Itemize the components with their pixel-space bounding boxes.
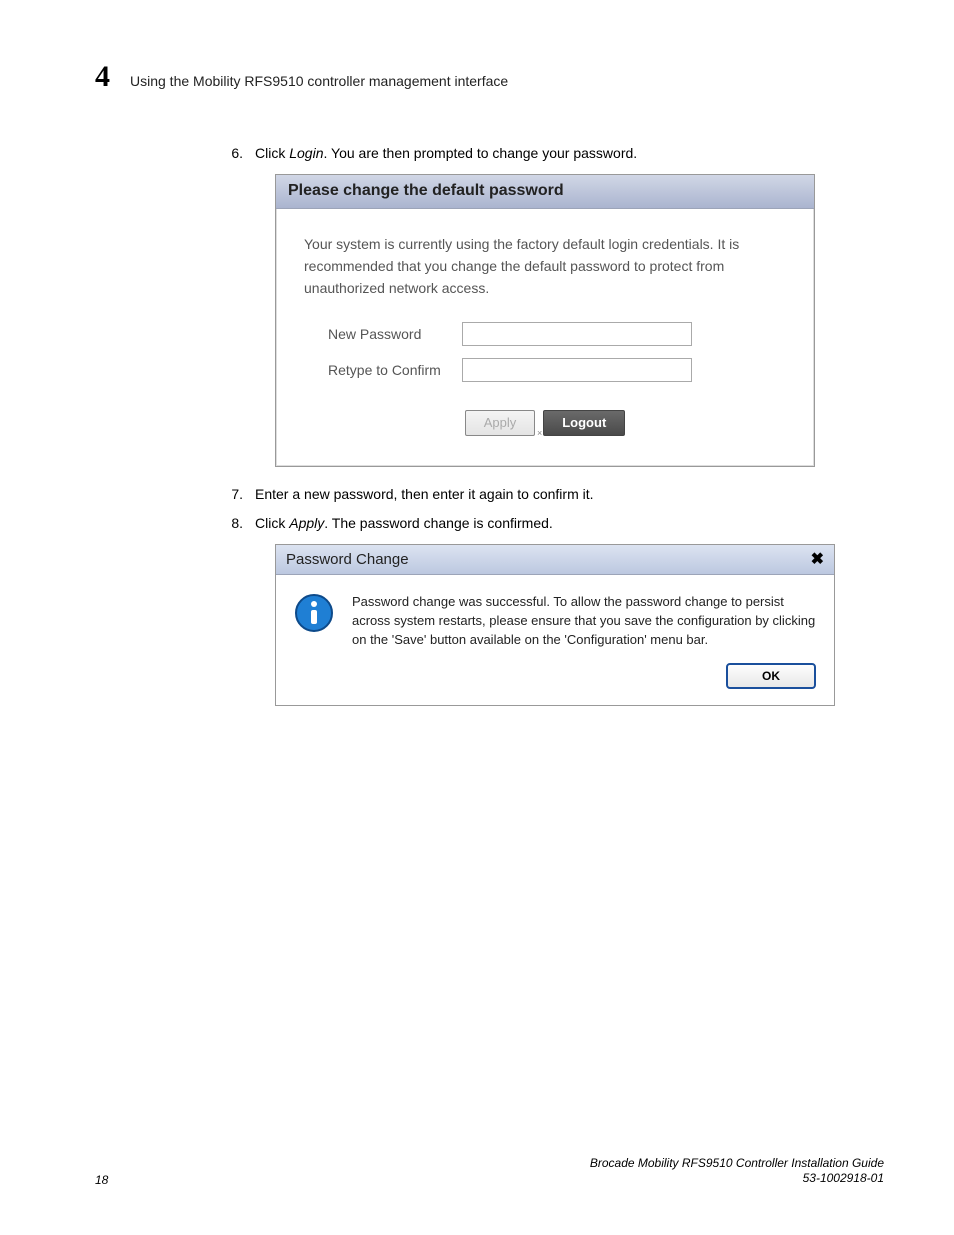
step-text: Enter a new password, then enter it agai…: [255, 485, 594, 505]
dialog-title: Password Change: [286, 551, 409, 568]
dialog-body: Your system is currently using the facto…: [276, 209, 814, 466]
step-7: 7. Enter a new password, then enter it a…: [225, 485, 865, 505]
page-footer: 18 Brocade Mobility RFS9510 Controller I…: [95, 1156, 884, 1187]
retype-password-row: Retype to Confirm: [304, 358, 786, 382]
step-6: 6. Click Login. You are then prompted to…: [225, 144, 865, 164]
chapter-title: Using the Mobility RFS9510 controller ma…: [130, 73, 508, 89]
dialog-body: Password change was successful. To allow…: [276, 575, 834, 664]
close-icon: ×: [537, 428, 542, 438]
info-icon: [294, 593, 334, 633]
dialog-description: Your system is currently using the facto…: [304, 233, 786, 300]
dialog-title: Please change the default password: [276, 175, 814, 209]
step-number: 7.: [225, 485, 243, 505]
chapter-number: 4: [95, 60, 110, 94]
footer-doc-info: Brocade Mobility RFS9510 Controller Inst…: [590, 1156, 884, 1187]
new-password-label: New Password: [304, 326, 444, 342]
step-text: Click Login. You are then prompted to ch…: [255, 144, 637, 164]
document-number: 53-1002918-01: [590, 1171, 884, 1187]
guide-title: Brocade Mobility RFS9510 Controller Inst…: [590, 1156, 884, 1172]
page-header: 4 Using the Mobility RFS9510 controller …: [95, 60, 884, 94]
new-password-row: New Password: [304, 322, 786, 346]
change-password-dialog: Please change the default password Your …: [275, 174, 815, 467]
dialog-footer: OK: [276, 663, 834, 705]
dialog-message: Password change was successful. To allow…: [352, 593, 816, 650]
dialog-button-row: Apply Logout ×: [304, 410, 786, 436]
new-password-input[interactable]: [462, 322, 692, 346]
close-icon[interactable]: ✖: [811, 549, 824, 569]
step-8: 8. Click Apply. The password change is c…: [225, 514, 865, 534]
dialog-header: Password Change ✖: [276, 545, 834, 575]
step-text: Click Apply. The password change is conf…: [255, 514, 553, 534]
page-number: 18: [95, 1173, 108, 1187]
password-change-confirmation-dialog: Password Change ✖ Password change was su…: [275, 544, 835, 707]
ok-button[interactable]: OK: [726, 663, 816, 689]
step-number: 8.: [225, 514, 243, 534]
retype-password-input[interactable]: [462, 358, 692, 382]
step-number: 6.: [225, 144, 243, 164]
logout-button[interactable]: Logout: [543, 410, 625, 436]
apply-button[interactable]: Apply: [465, 410, 536, 436]
content-area: 6. Click Login. You are then prompted to…: [225, 144, 865, 706]
retype-password-label: Retype to Confirm: [304, 362, 444, 378]
